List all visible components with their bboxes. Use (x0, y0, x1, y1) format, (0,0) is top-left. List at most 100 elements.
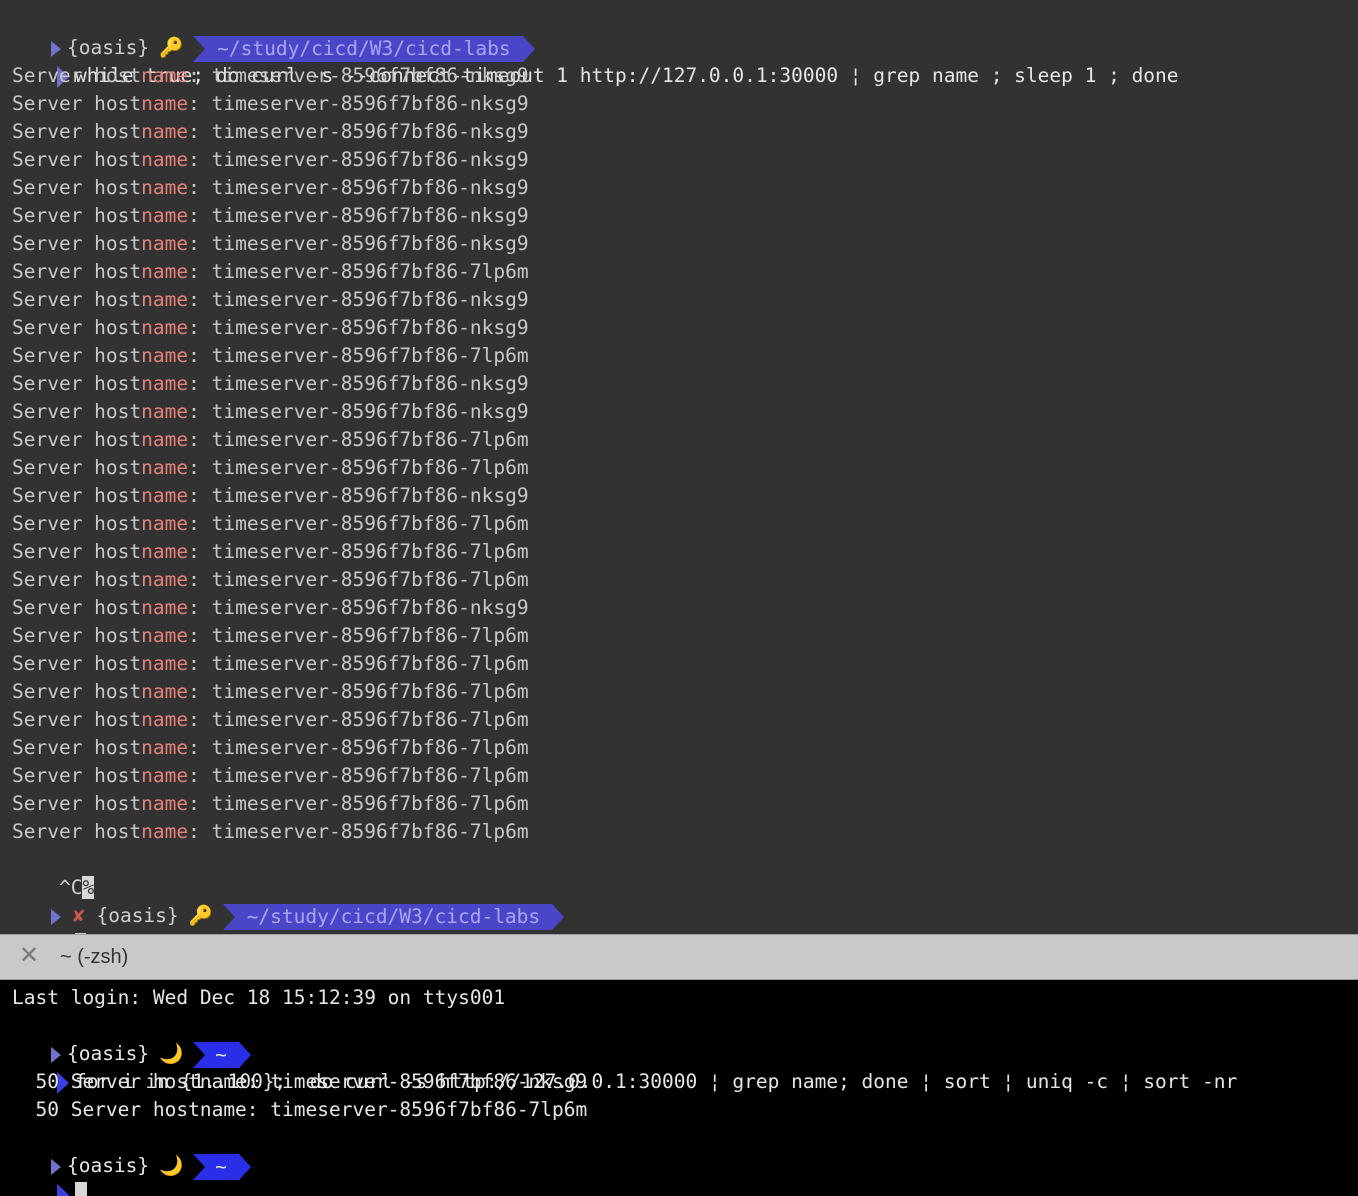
output-line: Server hostname: timeserver-8596f7bf86-7… (12, 454, 529, 482)
prompt-line-2: ✘ {oasis} 🔑 ~/study/cicd/W3/cicd-labs (4, 874, 564, 930)
input-line[interactable] (10, 902, 86, 934)
output-match-highlight: name (141, 624, 189, 647)
prompt-line: {oasis} 🌙 ~ (4, 1012, 251, 1068)
output-separator: : (188, 92, 212, 115)
output-prefix: Server host (12, 456, 142, 479)
output-hostname: timeserver-8596f7bf86-nksg9 (211, 372, 529, 395)
output-prefix: Server host (12, 512, 142, 535)
moon-icon: 🌙 (159, 1154, 184, 1177)
output-hostname: timeserver-8596f7bf86-7lp6m (211, 428, 529, 451)
output-hostname: timeserver-8596f7bf86-7lp6m (211, 344, 529, 367)
output-prefix: Server host (12, 176, 142, 199)
output-hostname: timeserver-8596f7bf86-nksg9 (211, 92, 529, 115)
output-line: Server hostname: timeserver-8596f7bf86-n… (12, 174, 529, 202)
output-match-highlight: name (141, 400, 189, 423)
output-separator: : (188, 596, 212, 619)
output-line: Server hostname: timeserver-8596f7bf86-n… (12, 62, 529, 90)
output-match-highlight: name (141, 64, 189, 87)
prompt-path: ~ (193, 1153, 251, 1180)
output-line: Server hostname: timeserver-8596f7bf86-n… (12, 314, 529, 342)
output-prefix: Server host (12, 204, 142, 227)
output-prefix: Server host (12, 736, 142, 759)
text-cursor (74, 1181, 87, 1196)
output-separator: : (188, 260, 212, 283)
output-match-highlight: name (141, 120, 189, 143)
output-match-highlight: name (141, 232, 189, 255)
output-match-highlight: name (141, 428, 189, 451)
output-line: Server hostname: timeserver-8596f7bf86-n… (12, 90, 529, 118)
output-hostname: timeserver-8596f7bf86-nksg9 (211, 64, 529, 87)
output-separator: : (188, 400, 212, 423)
output-line: Server hostname: timeserver-8596f7bf86-7… (12, 678, 529, 706)
close-icon[interactable]: ✕ (18, 944, 40, 968)
output-hostname: timeserver-8596f7bf86-7lp6m (211, 736, 529, 759)
output-line: Server hostname: timeserver-8596f7bf86-n… (12, 286, 529, 314)
output-separator: : (188, 736, 212, 759)
output-hostname: timeserver-8596f7bf86-7lp6m (211, 624, 529, 647)
output-separator: : (188, 792, 212, 815)
top-terminal-pane[interactable]: {oasis} 🔑 ~/study/cicd/W3/cicd-labs while … (0, 0, 1358, 934)
output-hostname: timeserver-8596f7bf86-7lp6m (211, 260, 529, 283)
output-prefix: Server host (12, 624, 142, 647)
output-prefix: Server host (12, 316, 142, 339)
prompt-line-2: {oasis} 🌙 ~ (4, 1124, 251, 1180)
output-match-highlight: name (141, 372, 189, 395)
prompt-caret-icon (56, 1183, 69, 1196)
output-prefix: Server host (12, 344, 142, 367)
output-prefix: Server host (12, 652, 142, 675)
output-hostname: timeserver-8596f7bf86-7lp6m (211, 792, 529, 815)
output-match-highlight: name (141, 540, 189, 563)
output-match-highlight: name (141, 764, 189, 787)
output-separator: : (188, 708, 212, 731)
output-prefix: Server host (12, 64, 142, 87)
input-line[interactable] (10, 1152, 87, 1196)
output-line: Server hostname: timeserver-8596f7bf86-n… (12, 118, 529, 146)
output-prefix: Server host (12, 820, 142, 843)
output-line: Server hostname: timeserver-8596f7bf86-7… (12, 622, 529, 650)
output-match-highlight: name (141, 148, 189, 171)
output-line: Server hostname: timeserver-8596f7bf86-n… (12, 230, 529, 258)
output-line: Server hostname: timeserver-8596f7bf86-7… (12, 818, 529, 846)
output-separator: : (188, 540, 212, 563)
output-hostname: timeserver-8596f7bf86-nksg9 (211, 484, 529, 507)
command-line: for i in {1..100}; do curl -s http://127… (10, 1040, 1237, 1094)
output-prefix: Server host (12, 148, 142, 171)
output-line: Server hostname: timeserver-8596f7bf86-7… (12, 790, 529, 818)
output-separator: : (188, 512, 212, 535)
output-match-highlight: name (141, 820, 189, 843)
output-line: Server hostname: timeserver-8596f7bf86-7… (12, 538, 529, 566)
output-line: Server hostname: timeserver-8596f7bf86-n… (12, 370, 529, 398)
output-hostname: timeserver-8596f7bf86-7lp6m (211, 680, 529, 703)
output-hostname: timeserver-8596f7bf86-nksg9 (211, 232, 529, 255)
interrupt-line: ^C% (12, 846, 95, 899)
output-line: Server hostname: timeserver-8596f7bf86-7… (12, 342, 529, 370)
output-separator: : (188, 568, 212, 591)
output-match-highlight: name (141, 344, 189, 367)
output-match-highlight: name (141, 484, 189, 507)
output-line: Server hostname: timeserver-8596f7bf86-7… (12, 258, 529, 286)
output-match-highlight: name (141, 456, 189, 479)
output-separator: : (188, 764, 212, 787)
pane-title-bar[interactable]: ✕ ~ (-zsh) (0, 934, 1358, 980)
output-hostname: timeserver-8596f7bf86-7lp6m (211, 652, 529, 675)
bottom-terminal-pane[interactable]: Last login: Wed Dec 18 15:12:39 on ttys0… (0, 980, 1358, 1196)
output-separator: : (188, 428, 212, 451)
key-icon: 🔑 (188, 904, 213, 927)
output-line: Server hostname: timeserver-8596f7bf86-7… (12, 762, 529, 790)
result-line: 50 Server hostname: timeserver-8596f7bf8… (12, 1070, 588, 1093)
output-separator: : (188, 652, 212, 675)
output-match-highlight: name (141, 316, 189, 339)
output-hostname: timeserver-8596f7bf86-7lp6m (211, 568, 529, 591)
output-hostname: timeserver-8596f7bf86-nksg9 (211, 148, 529, 171)
output-hostname: timeserver-8596f7bf86-nksg9 (211, 596, 529, 619)
output-separator: : (188, 64, 212, 87)
output-line: Server hostname: timeserver-8596f7bf86-7… (12, 566, 529, 594)
output-line: Server hostname: timeserver-8596f7bf86-7… (12, 734, 529, 762)
output-line: Server hostname: timeserver-8596f7bf86-7… (12, 650, 529, 678)
output-separator: : (188, 176, 212, 199)
output-match-highlight: name (141, 260, 189, 283)
output-line: Server hostname: timeserver-8596f7bf86-n… (12, 594, 529, 622)
output-separator: : (188, 624, 212, 647)
output-hostname: timeserver-8596f7bf86-7lp6m (211, 708, 529, 731)
output-separator: : (188, 204, 212, 227)
